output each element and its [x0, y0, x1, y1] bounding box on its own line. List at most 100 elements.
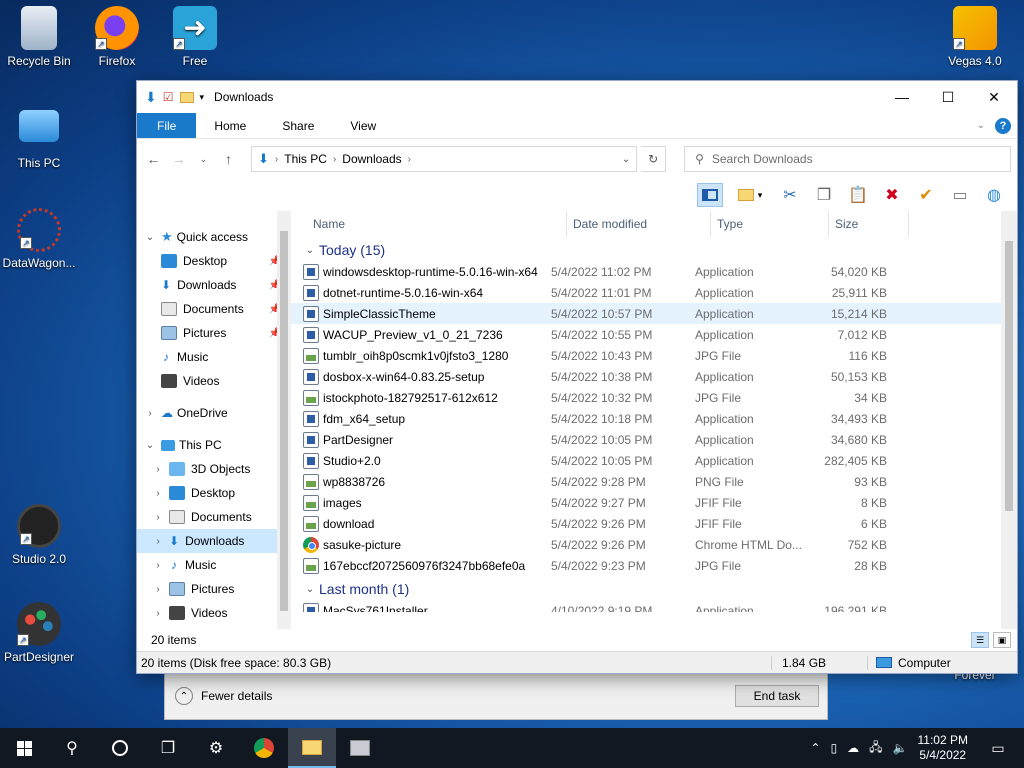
group-header-today[interactable]: ⌄ Today (15) [291, 239, 1017, 261]
end-task-button[interactable]: End task [735, 685, 819, 707]
desktop-icon-partdesigner[interactable]: ↗ PartDesigner [0, 602, 78, 664]
nav-qa-pictures[interactable]: Pictures 📌 [137, 321, 291, 345]
fewer-details-button[interactable]: ⌃ Fewer details [175, 687, 272, 705]
chevron-right-icon[interactable]: › [151, 608, 165, 619]
maximize-button[interactable]: ☐ [925, 81, 971, 113]
chevron-down-icon[interactable]: ⌄ [143, 440, 157, 451]
notifications-icon[interactable]: ▭ [978, 740, 1018, 757]
settings-taskbar-button[interactable]: ⚙ [192, 728, 240, 768]
tab-view[interactable]: View [332, 113, 394, 138]
paste-icon[interactable]: 📋 [845, 183, 871, 207]
file-row[interactable]: PartDesigner 5/4/2022 10:05 PM Application… [291, 429, 1017, 450]
file-row[interactable]: istockphoto-182792517-612x612 5/4/2022 10… [291, 387, 1017, 408]
desktop-icon-fdm[interactable]: ➜↗ Free Downlo... [156, 6, 234, 68]
desktop-icon-vegas[interactable]: ↗ Vegas 4.0 [936, 6, 1014, 68]
column-header-type[interactable]: Type [711, 211, 829, 237]
start-button[interactable] [0, 728, 48, 768]
chevron-right-icon[interactable]: › [151, 512, 165, 523]
search-taskbar-button[interactable]: ⚲ [48, 728, 96, 768]
select-all-icon[interactable]: ✔ [913, 183, 939, 207]
file-row[interactable]: download 5/4/2022 9:26 PM JFIF File 6 KB [291, 513, 1017, 534]
file-row[interactable]: SimpleClassicTheme 5/4/2022 10:57 PM Appli… [291, 303, 1017, 324]
desktop-icon-this-pc[interactable]: This PC [0, 110, 78, 170]
up-button[interactable]: ↑ [218, 151, 239, 167]
nav-scrollbar-thumb[interactable] [280, 231, 288, 611]
cortana-button[interactable] [96, 728, 144, 768]
tab-file[interactable]: File [137, 113, 197, 138]
file-row[interactable]: tumblr_oih8p0scmk1v0jfsto3_1280 5/4/2022 … [291, 345, 1017, 366]
address-bar[interactable]: ⬇ › This PC › Downloads › ⌄ [251, 146, 638, 172]
chrome-taskbar-button[interactable] [240, 728, 288, 768]
file-row[interactable]: dosbox-x-win64-0.83.25-setup 5/4/2022 10:… [291, 366, 1017, 387]
file-list-scrollbar[interactable] [1001, 211, 1017, 629]
nav-pc-3d-objects[interactable]: › 3D Objects [137, 457, 291, 481]
nav-pc-videos[interactable]: › Videos [137, 601, 291, 625]
nav-qa-videos[interactable]: Videos [137, 369, 291, 393]
volume-icon[interactable]: 🔈 [893, 741, 908, 755]
nav-quick-access[interactable]: ⌄ ★ Quick access [137, 225, 291, 249]
nav-qa-desktop[interactable]: Desktop 📌 [137, 249, 291, 273]
minimize-button[interactable]: — [879, 81, 925, 113]
breadcrumb-this-pc[interactable]: This PC [284, 152, 327, 166]
back-button[interactable]: ← [143, 151, 164, 167]
tab-home[interactable]: Home [196, 113, 264, 138]
desktop-icon-firefox[interactable]: ↗ Firefox [78, 6, 156, 68]
delete-icon[interactable]: ✖ [879, 183, 905, 207]
task-manager-taskbar-button[interactable] [336, 728, 384, 768]
close-button[interactable]: ✕ [971, 81, 1017, 113]
chevron-right-icon[interactable]: › [151, 584, 165, 595]
search-input[interactable]: ⚲ Search Downloads [684, 146, 1012, 172]
file-explorer-taskbar-button[interactable] [288, 728, 336, 768]
refresh-button[interactable]: ↻ [641, 146, 667, 172]
chevron-right-icon[interactable]: › [151, 464, 165, 475]
large-icons-view-icon[interactable]: ▣ [993, 632, 1011, 648]
recent-locations-icon[interactable]: ⌄ [193, 154, 214, 165]
title-bar[interactable]: ⬇ ☑ ▾ Downloads — ☐ ✕ [137, 81, 1017, 113]
address-dropdown-icon[interactable]: ⌄ [622, 154, 630, 165]
chevron-down-icon[interactable]: ▾ [200, 92, 205, 103]
rename-icon[interactable]: ▭ [947, 183, 973, 207]
column-header-name[interactable]: Name [291, 211, 567, 237]
folders-icon[interactable]: ▾ [731, 183, 769, 207]
file-row[interactable]: sasuke-picture 5/4/2022 9:26 PM Chrome HTM… [291, 534, 1017, 555]
network-icon[interactable]: 🖧 [869, 738, 882, 759]
help-icon[interactable]: ? [995, 117, 1011, 134]
file-row[interactable]: images 5/4/2022 9:27 PM JFIF File 8 KB [291, 492, 1017, 513]
chevron-up-icon[interactable]: ⌃ [811, 741, 821, 755]
nav-pc-desktop[interactable]: › Desktop [137, 481, 291, 505]
file-row[interactable]: windowsdesktop-runtime-5.0.16-win-x64 5/4… [291, 261, 1017, 282]
desktop-icon-studio[interactable]: ↗ Studio 2.0 [0, 504, 78, 566]
nav-scrollbar[interactable] [277, 211, 291, 629]
file-row[interactable]: dotnet-runtime-5.0.16-win-x64 5/4/2022 11… [291, 282, 1017, 303]
file-row[interactable]: WACUP_Preview_v1_0_21_7236 5/4/2022 10:55… [291, 324, 1017, 345]
new-folder-icon[interactable] [179, 91, 194, 103]
nav-qa-documents[interactable]: Documents 📌 [137, 297, 291, 321]
details-view-icon[interactable]: ☰ [971, 632, 989, 648]
battery-icon[interactable]: ▯ [831, 741, 838, 755]
nav-qa-downloads[interactable]: ⬇ Downloads 📌 [137, 273, 291, 297]
group-header-last-month[interactable]: ⌄ Last month (1) [291, 578, 1017, 600]
chevron-right-icon[interactable]: › [143, 408, 157, 419]
nav-pc-pictures[interactable]: › Pictures [137, 577, 291, 601]
forward-button[interactable]: → [168, 151, 189, 167]
nav-qa-music[interactable]: ♪ Music [137, 345, 291, 369]
onedrive-cloud-icon[interactable]: ☁ [847, 741, 859, 755]
desktop-icon-recycle-bin[interactable]: Recycle Bin [0, 6, 78, 68]
file-row[interactable]: 167ebccf2072560976f3247bb68efe0a 5/4/2022… [291, 555, 1017, 576]
copy-icon[interactable]: ❐ [811, 183, 837, 207]
file-row[interactable]: MacSys761Installer 4/10/2022 9:19 PM Appli… [291, 600, 1017, 612]
clock[interactable]: 11:02 PM 5/4/2022 [918, 733, 968, 763]
desktop-icon-datawagon[interactable]: ↗ DataWagon... [0, 208, 78, 270]
chevron-right-icon[interactable]: › [151, 536, 165, 547]
file-row[interactable]: fdm_x64_setup 5/4/2022 10:18 PM Applicatio… [291, 408, 1017, 429]
file-row[interactable]: wp8838726 5/4/2022 9:28 PM PNG File 93 KB [291, 471, 1017, 492]
nav-pc-downloads[interactable]: › ⬇ Downloads [137, 529, 291, 553]
column-header-date[interactable]: Date modified [567, 211, 711, 237]
nav-onedrive[interactable]: › ☁ OneDrive [137, 401, 291, 425]
task-view-button[interactable]: ❐ [144, 728, 192, 768]
chevron-right-icon[interactable]: › [151, 560, 165, 571]
file-row[interactable]: Studio+2.0 5/4/2022 10:05 PM Application 28… [291, 450, 1017, 471]
column-header-size[interactable]: Size [829, 211, 909, 237]
file-list-scrollbar-thumb[interactable] [1005, 241, 1013, 511]
tab-share[interactable]: Share [264, 113, 332, 138]
